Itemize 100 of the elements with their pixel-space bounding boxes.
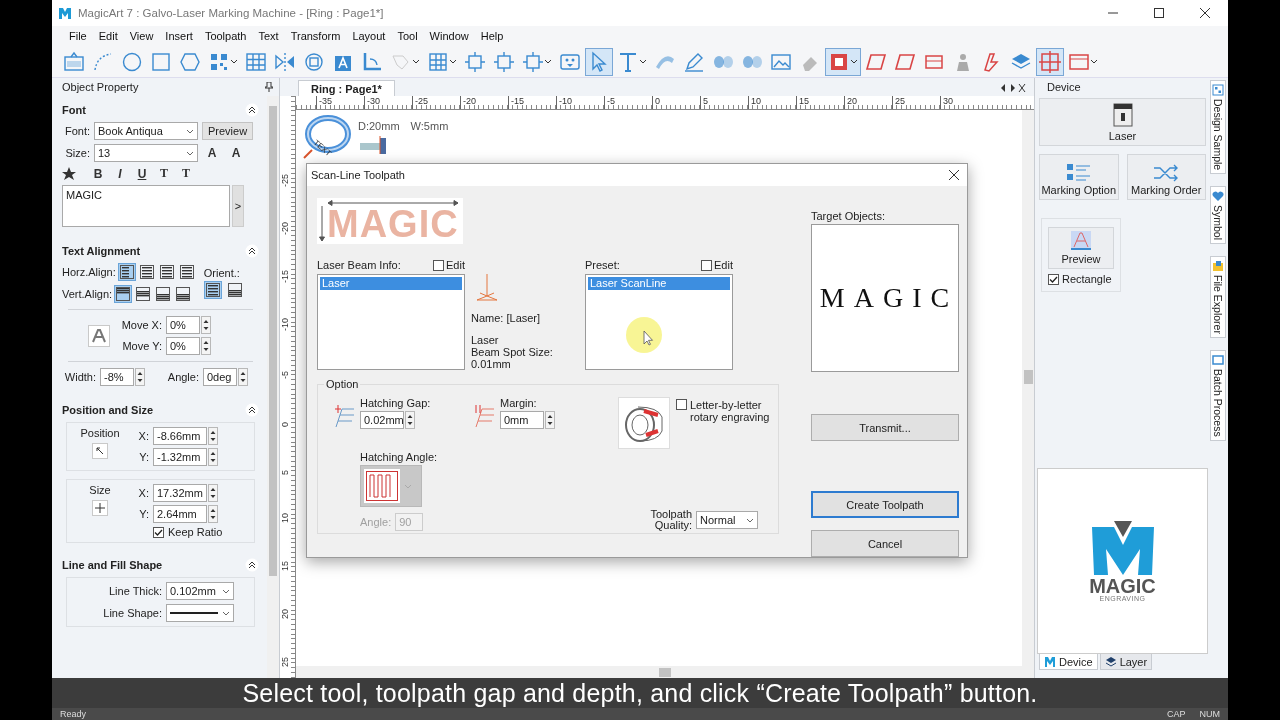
spin-button[interactable] [208,427,218,445]
number-field[interactable]: 17.32mm [153,484,207,502]
dialog-button[interactable]: Cancel [811,530,959,557]
spin-button[interactable] [201,316,211,334]
hatch-pattern-dropdown[interactable] [360,465,422,507]
checkbox[interactable] [701,259,713,271]
star-icon[interactable] [62,166,76,181]
align-button[interactable] [114,285,133,303]
number-field[interactable]: -1.32mm [153,448,207,466]
field-label: Y: [138,451,149,463]
menu-item[interactable]: Edit [93,30,123,42]
style-button[interactable]: T [154,166,174,181]
menu-item[interactable]: View [124,30,159,42]
scrollbar[interactable] [296,666,1034,678]
number-field[interactable]: 0mm [500,411,544,429]
close-icon[interactable] [949,170,959,180]
menu-item[interactable]: Tool [392,30,423,42]
preview-button[interactable]: Preview [202,122,254,140]
number-field[interactable]: 0.02mm [360,411,404,429]
side-tab[interactable]: Batch Process [1210,350,1226,441]
spin-button[interactable] [545,411,555,429]
heart-icon [1212,190,1224,203]
toolbar-button[interactable] [585,47,613,76]
marking-option-button[interactable]: Marking Option [1039,154,1119,200]
panel-tab[interactable]: Layer [1099,654,1153,670]
style-button[interactable]: T [176,166,196,181]
tab-nav-icon[interactable] [1000,84,1026,92]
ruler-label: -10 [556,96,604,109]
side-tab[interactable]: File Explorer [1210,256,1226,339]
style-button[interactable]: B [88,166,108,181]
document-tab[interactable]: Ring : Page1* [298,80,395,96]
menu-item[interactable]: Toolpath [199,30,252,42]
line-thick-dropdown[interactable]: 0.102mm [166,582,234,600]
align-button[interactable] [154,285,173,303]
menu-item[interactable]: Text [253,30,284,42]
cursor-highlight-icon [626,317,662,353]
ruler-label: 30 [940,96,988,109]
panel-tab[interactable]: Device [1039,654,1098,670]
ruler-label: 15 [280,561,290,571]
align-button[interactable] [177,263,196,281]
menu-item[interactable]: Layout [347,30,391,42]
spin-button[interactable] [135,368,145,386]
spin-button[interactable] [208,484,218,502]
size-dropdown[interactable]: 13 [94,144,198,162]
marking-order-button[interactable]: Marking Order [1126,154,1206,200]
side-tab[interactable]: Design Sample [1210,80,1226,175]
expand-button[interactable]: > [232,185,244,227]
font-dropdown[interactable]: Book Antiqua [94,122,198,140]
laser-button[interactable]: Laser [1039,98,1206,146]
pin-icon[interactable] [265,82,273,92]
collapse-icon[interactable] [245,558,259,572]
spin-button[interactable] [201,337,211,355]
preview-button[interactable]: Preview [1048,227,1114,269]
field-label: X: [137,487,149,499]
align-button[interactable] [174,285,193,303]
toolbar-button[interactable] [825,47,861,76]
quality-dropdown[interactable]: Normal [696,511,758,529]
spin-button[interactable] [208,448,218,466]
collapse-icon[interactable] [245,403,259,417]
menu-item[interactable]: Help [475,30,509,42]
checkbox[interactable] [1048,273,1059,285]
scrollbar[interactable] [267,96,279,678]
style-button[interactable]: U [132,166,152,181]
checkbox[interactable] [153,526,164,538]
menu-item[interactable]: File [64,30,92,42]
field-label: Y: [138,508,149,520]
line-shape-dropdown[interactable] [166,604,234,622]
text-input[interactable]: MAGIC [62,185,230,227]
scrollbar[interactable] [1022,110,1034,666]
orientation-button[interactable] [203,281,222,299]
menu-item[interactable]: Transform [285,30,346,42]
align-button[interactable] [157,263,176,281]
spin-button[interactable] [208,505,218,523]
dialog-button[interactable]: Transmit... [811,414,959,441]
number-field[interactable]: 0% [166,316,200,334]
font-size-button[interactable]: A [202,146,222,160]
caption-text: Select tool, toolpath gap and depth, and click “Create Toolpath” button. [52,678,1228,708]
align-button[interactable] [134,285,153,303]
orientation-button[interactable] [225,281,244,299]
number-field[interactable]: 2.64mm [153,505,207,523]
checkbox[interactable] [676,399,687,410]
spin-button[interactable] [405,411,415,429]
toolbar-button[interactable] [1036,47,1064,76]
spin-button[interactable] [238,368,248,386]
collapse-icon[interactable] [245,244,259,258]
side-tab[interactable]: Symbol [1210,186,1226,245]
menu-item[interactable]: Insert [160,30,198,42]
number-field[interactable]: 0deg [203,368,237,386]
dialog-button[interactable]: Create Toolpath [811,491,959,518]
number-field[interactable]: -8% [100,368,134,386]
number-field[interactable]: 0% [166,337,200,355]
checkbox[interactable] [433,259,445,271]
ruler-label: -10 [280,318,290,331]
collapse-icon[interactable] [245,103,259,117]
menu-item[interactable]: Window [424,30,474,42]
style-button[interactable]: I [110,166,130,181]
font-size-button[interactable]: A [226,146,246,160]
align-button[interactable] [137,263,156,281]
number-field[interactable]: -8.66mm [153,427,207,445]
align-button[interactable] [117,263,136,281]
